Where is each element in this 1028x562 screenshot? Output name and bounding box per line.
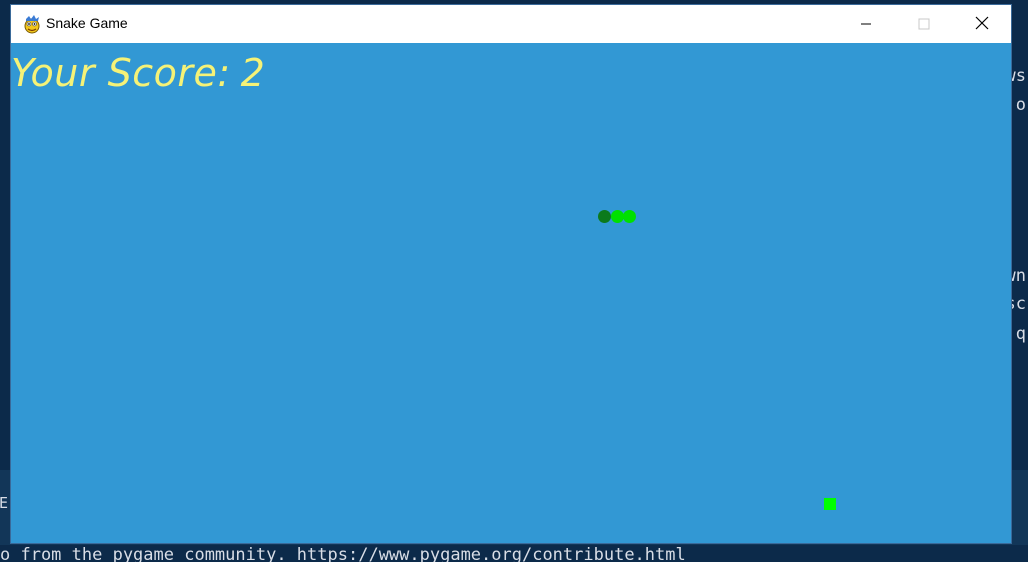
- game-window[interactable]: Snake Game Your Score: 2: [11, 5, 1011, 543]
- desktop: ws o wn sc q E o from the pygame communi…: [0, 0, 1028, 562]
- terminal-fragment: q: [1015, 324, 1026, 344]
- game-canvas[interactable]: Your Score: 2: [11, 43, 1011, 543]
- terminal-fragment: o: [1015, 95, 1026, 115]
- snake-head: [598, 210, 611, 223]
- close-icon: [975, 15, 989, 34]
- minimize-icon: [860, 15, 872, 34]
- score-label: Your Score:: [11, 51, 231, 95]
- terminal-output-line: o from the pygame community. https://www…: [0, 545, 686, 562]
- score-display: Your Score: 2: [11, 51, 265, 95]
- title-bar[interactable]: Snake Game: [11, 5, 1011, 44]
- pygame-snake-icon: [22, 14, 42, 34]
- snake-body-segment: [623, 210, 636, 223]
- window-title: Snake Game: [46, 15, 128, 31]
- food-pellet: [824, 498, 836, 510]
- minimize-button[interactable]: [837, 5, 895, 43]
- close-button[interactable]: [953, 5, 1011, 43]
- terminal-fragment: E: [0, 494, 9, 512]
- maximize-icon: [918, 15, 930, 34]
- score-value: 2: [240, 51, 266, 95]
- maximize-button[interactable]: [895, 5, 953, 43]
